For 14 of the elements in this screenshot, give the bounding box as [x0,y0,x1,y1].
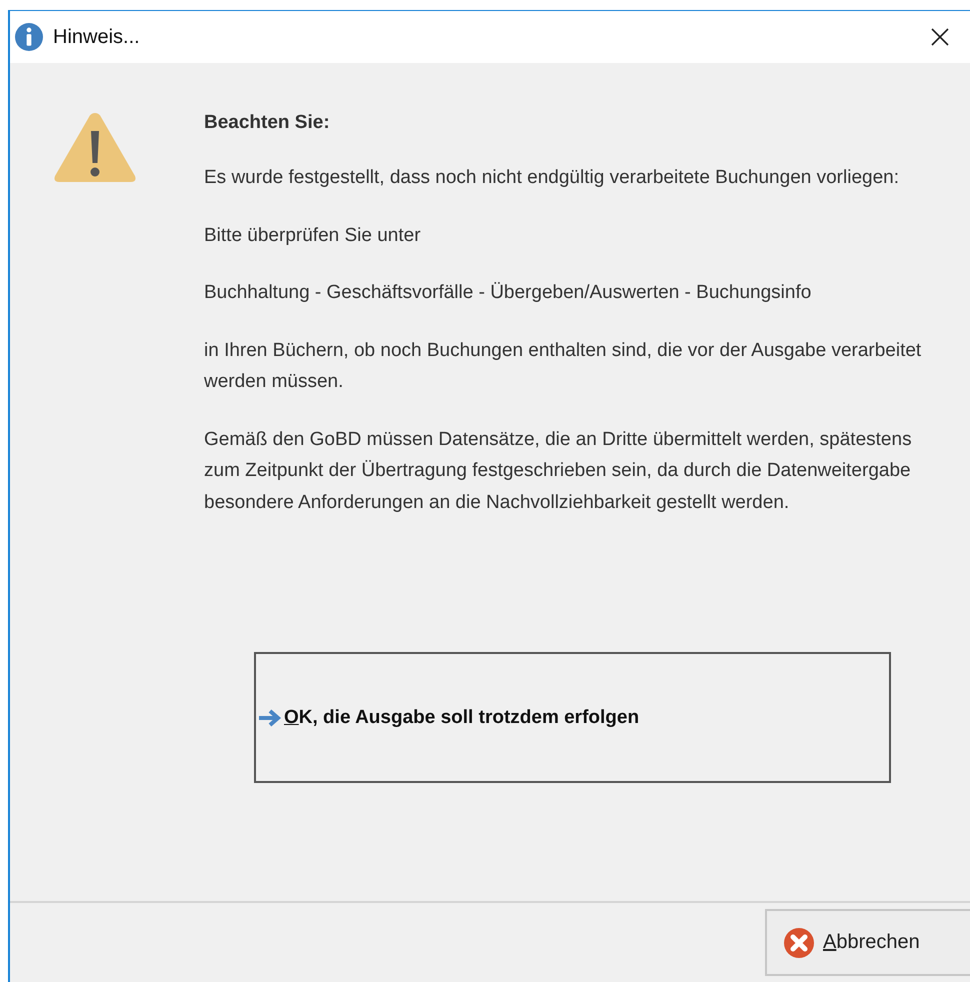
message-paragraph: Bitte überprüfen Sie unter [204,224,422,248]
warning-icon [53,110,137,184]
cancel-button[interactable]: Abbrechen [765,909,970,976]
command-button[interactable]: OK, die Ausgabe soll trotzdem erfolgen [254,652,891,783]
message-paragraph: Gemäß den GoBD müssen Datensätze, die an Dritte übermittelt werden, spätestens zum Zeitpunkt der Übertragung festgeschrieben sein, da durch die Datenweitergabe besondere Anforderungen an die Nachvollziehbarkeit gestellt werden. [204,428,913,514]
message-heading: Beachten Sie: [204,111,331,135]
message-paragraph: Es wurde festgestellt, dass noch nicht endgültig verarbeitete Buchungen vorliegen: [204,166,900,190]
message-paragraph: in Ihren Büchern, ob noch Buchungen enthalten sind, die vor der Ausgabe verarbeitet werden müssen. [204,338,922,394]
close-icon [930,27,950,47]
cancel-icon [783,926,815,958]
window-title: Hinweis... [53,26,141,48]
arrow-icon [258,708,282,726]
message-paragraph: Buchhaltung - Geschäftsvorfälle - Übergeben/Auswerten - Buchungsinfo [204,281,812,305]
info-icon [15,23,43,51]
